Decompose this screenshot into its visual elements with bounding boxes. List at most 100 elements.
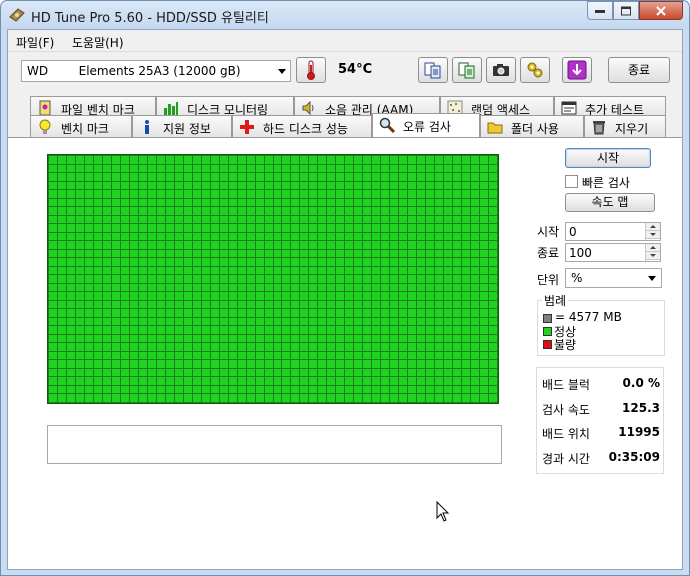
- tab-erase[interactable]: 지우기: [584, 115, 666, 137]
- disk-monitor-icon: [164, 102, 178, 115]
- chevron-down-icon: [648, 276, 656, 281]
- temperature-button[interactable]: [296, 57, 326, 83]
- scan-block: [471, 215, 480, 224]
- scan-block: [408, 266, 417, 275]
- minimize-button[interactable]: [587, 1, 613, 20]
- scan-block: [165, 300, 174, 309]
- scan-block: [201, 207, 210, 215]
- scan-block: [156, 173, 165, 181]
- scan-block: [273, 207, 282, 215]
- scan-block: [129, 317, 138, 326]
- scan-block: [462, 232, 471, 241]
- speed-map-button[interactable]: 속도 맵: [565, 193, 655, 212]
- scan-block: [453, 266, 462, 275]
- scan-block: [471, 283, 480, 292]
- scan-block: [489, 334, 497, 343]
- tab-info[interactable]: 지원 정보: [132, 115, 232, 137]
- scan-block: [129, 190, 138, 198]
- menu-help[interactable]: 도움말(H): [72, 34, 124, 51]
- scan-block: [453, 334, 462, 343]
- scan-block: [363, 266, 372, 275]
- scan-block: [309, 334, 318, 343]
- start-position-input[interactable]: 0: [565, 222, 661, 241]
- scan-block: [453, 207, 462, 215]
- scan-block: [237, 215, 246, 224]
- scan-block: [165, 326, 174, 334]
- scan-block: [246, 300, 255, 309]
- scan-block: [219, 394, 228, 402]
- scan-block: [453, 181, 462, 190]
- copy-screen-button[interactable]: [452, 57, 482, 83]
- scan-block: [66, 207, 75, 215]
- scan-speed-value: 125.3: [622, 401, 660, 415]
- scan-block: [462, 368, 471, 377]
- scan-block: [49, 334, 57, 343]
- tab-health[interactable]: 하드 디스크 성능: [232, 115, 372, 137]
- spin-down-icon[interactable]: [646, 231, 660, 239]
- scan-block: [75, 394, 84, 402]
- save-button[interactable]: [562, 57, 592, 83]
- scan-block: [390, 351, 399, 360]
- scan-block: [192, 156, 201, 164]
- scan-block: [147, 275, 156, 283]
- scan-block: [327, 232, 336, 241]
- scan-block: [49, 258, 57, 266]
- scan-block: [264, 173, 273, 181]
- scan-block: [57, 343, 66, 351]
- drive-select[interactable]: WD Elements 25A3 (12000 gB): [21, 60, 291, 82]
- scan-block: [345, 385, 354, 394]
- tab-benchmark[interactable]: 벤치 마크: [30, 115, 132, 137]
- scan-block: [453, 326, 462, 334]
- scan-block: [327, 181, 336, 190]
- scan-block: [264, 343, 273, 351]
- menu-file[interactable]: 파일(F): [16, 34, 54, 51]
- scan-block: [93, 283, 102, 292]
- scan-block: [282, 232, 291, 241]
- options-button[interactable]: [520, 57, 550, 83]
- spin-up-icon[interactable]: [646, 244, 660, 252]
- scan-block: [282, 292, 291, 300]
- scan-block: [49, 249, 57, 258]
- end-position-input[interactable]: 100: [565, 243, 661, 262]
- scan-block: [435, 190, 444, 198]
- maximize-button[interactable]: [613, 1, 639, 20]
- quick-scan-checkbox[interactable]: [565, 175, 578, 188]
- scan-block: [273, 292, 282, 300]
- scan-block: [318, 224, 327, 232]
- scan-block: [327, 266, 336, 275]
- spin-up-icon[interactable]: [646, 223, 660, 231]
- scan-block: [129, 249, 138, 258]
- tab-error-scan[interactable]: 오류 검사: [372, 113, 480, 137]
- scan-block: [210, 317, 219, 326]
- scan-block: [354, 232, 363, 241]
- scan-block: [390, 232, 399, 241]
- exit-button[interactable]: 종료: [608, 57, 670, 83]
- scan-block: [49, 326, 57, 334]
- tab-folder-usage[interactable]: 폴더 사용: [480, 115, 584, 137]
- scan-block: [84, 368, 93, 377]
- scan-block: [426, 300, 435, 309]
- scan-block: [489, 309, 497, 317]
- scan-block: [381, 232, 390, 241]
- start-scan-button[interactable]: 시작: [565, 148, 651, 168]
- info-icon: [145, 120, 149, 134]
- scan-block: [75, 351, 84, 360]
- scan-block: [57, 360, 66, 368]
- copy-info-button[interactable]: [418, 57, 448, 83]
- scan-block: [102, 377, 111, 385]
- close-button[interactable]: [639, 1, 683, 20]
- scan-block: [156, 343, 165, 351]
- title-bar[interactable]: HD Tune Pro 5.60 - HDD/SSD 유틸리티: [1, 1, 689, 29]
- unit-select[interactable]: %: [565, 268, 662, 288]
- spin-down-icon[interactable]: [646, 252, 660, 260]
- scan-block: [390, 198, 399, 207]
- scan-block: [408, 377, 417, 385]
- scan-block: [291, 241, 300, 249]
- scan-block: [237, 385, 246, 394]
- scan-block: [228, 394, 237, 402]
- scan-block: [318, 215, 327, 224]
- scan-block: [462, 164, 471, 173]
- screenshot-button[interactable]: [486, 57, 516, 83]
- toolbar: WD Elements 25A3 (12000 gB) 54°C 종료: [8, 52, 682, 92]
- scan-block: [165, 181, 174, 190]
